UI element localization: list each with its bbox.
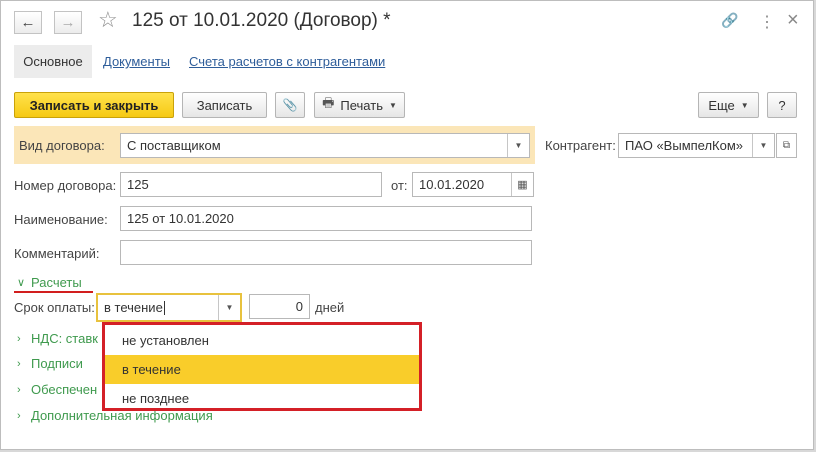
days-value: 0 — [295, 299, 303, 314]
paperclip-icon: 📎 — [282, 98, 298, 112]
dropdown-option[interactable]: не установлен — [105, 326, 419, 355]
close-icon[interactable]: × — [787, 9, 799, 32]
printer-icon: 🖶 — [322, 95, 335, 110]
vat-group-header[interactable]: › НДС: ставк — [17, 331, 98, 346]
payment-term-value: в течение — [104, 300, 163, 315]
contract-number-input[interactable]: 125 — [120, 172, 382, 197]
save-and-close-button[interactable]: Записать и закрыть — [14, 92, 174, 118]
attach-button[interactable]: 📎 — [275, 92, 305, 118]
dropdown-option-label: не позднее — [122, 391, 190, 406]
chevron-down-icon[interactable]: ▼ — [507, 134, 529, 157]
more-label: Еще — [708, 97, 735, 113]
security-group-label: Обеспечен — [31, 382, 98, 397]
save-button[interactable]: Записать — [182, 92, 267, 118]
chevron-down-icon: ▼ — [740, 100, 749, 110]
contract-date-value: 10.01.2020 — [419, 177, 485, 192]
text-cursor — [163, 300, 165, 315]
contract-number-value: 125 — [127, 177, 149, 192]
signatures-group-header[interactable]: › Подписи — [17, 356, 83, 371]
days-input[interactable]: 0 — [249, 294, 310, 319]
chevron-down-icon[interactable]: ▼ — [752, 134, 774, 157]
days-label: дней — [315, 300, 345, 315]
payment-term-dropdown: не установлен в течение не позднее — [102, 322, 422, 411]
name-label: Наименование: — [14, 212, 108, 227]
security-group-header[interactable]: › Обеспечен — [17, 382, 97, 397]
counterparty-select[interactable]: ПАО «ВымпелКом» ▼ — [618, 133, 775, 158]
contract-type-label: Вид договора: — [19, 138, 105, 153]
calendar-icon[interactable]: ▦ — [511, 173, 533, 196]
print-label: Печать — [340, 97, 383, 113]
forward-button[interactable]: → — [54, 11, 82, 34]
print-button[interactable]: 🖶 Печать ▼ — [314, 92, 405, 118]
counterparty-value: ПАО «ВымпелКом» — [625, 138, 744, 153]
contract-type-value: С поставщиком — [127, 138, 221, 153]
tab-accounts[interactable]: Счета расчетов с контрагентами — [189, 54, 385, 69]
red-underline-annotation — [14, 291, 93, 293]
help-label: ? — [778, 97, 786, 113]
save-and-close-label: Записать и закрыть — [29, 97, 159, 113]
tab-main-label: Основное — [23, 54, 83, 69]
chevron-right-icon: › — [17, 409, 21, 422]
contract-date-label: от: — [391, 178, 408, 193]
dropdown-option-selected[interactable]: в течение — [105, 355, 419, 384]
favorite-star-icon[interactable]: ☆ — [98, 9, 118, 31]
tab-documents[interactable]: Документы — [103, 54, 170, 69]
contract-type-select[interactable]: С поставщиком ▼ — [120, 133, 530, 158]
contract-number-label: Номер договора: — [14, 178, 117, 193]
contract-window: ← → ☆ 125 от 10.01.2020 (Договор) * 🔗 ⋮ … — [0, 0, 814, 450]
name-input[interactable]: 125 от 10.01.2020 — [120, 206, 532, 231]
open-form-icon: ⧉ — [782, 140, 791, 151]
name-value: 125 от 10.01.2020 — [127, 211, 234, 226]
tab-main[interactable]: Основное — [14, 45, 92, 78]
payment-term-label: Срок оплаты: — [14, 300, 95, 315]
window-title: 125 от 10.01.2020 (Договор) * — [132, 10, 391, 31]
vat-group-label: НДС: ставк — [31, 331, 98, 346]
open-counterparty-button[interactable]: ⧉ — [776, 133, 797, 158]
dropdown-option-label: не установлен — [122, 333, 209, 348]
payment-term-select[interactable]: в течение ▼ — [96, 293, 242, 322]
dropdown-option[interactable]: не позднее — [105, 384, 419, 413]
settlements-header-label: Расчеты — [31, 275, 82, 290]
dropdown-option-label: в течение — [122, 362, 181, 377]
arrow-right-icon: → — [60, 14, 76, 31]
link-icon[interactable]: 🔗 — [721, 12, 738, 29]
more-vertical-icon[interactable]: ⋮ — [759, 12, 775, 32]
comment-input[interactable] — [120, 240, 532, 265]
chevron-down-icon[interactable]: ▼ — [218, 295, 240, 320]
chevron-down-icon: ▼ — [388, 100, 397, 110]
settlements-group-header[interactable]: ∨ Расчеты — [17, 275, 82, 290]
chevron-right-icon: › — [17, 383, 21, 396]
arrow-left-icon: ← — [20, 14, 36, 31]
save-label: Записать — [196, 97, 253, 113]
chevron-right-icon: › — [17, 332, 21, 345]
comment-label: Комментарий: — [14, 246, 100, 261]
chevron-down-icon: ∨ — [17, 277, 26, 289]
chevron-right-icon: › — [17, 357, 21, 370]
contract-date-input[interactable]: 10.01.2020 ▦ — [412, 172, 534, 197]
help-button[interactable]: ? — [767, 92, 797, 118]
more-button[interactable]: Еще ▼ — [698, 92, 759, 118]
back-button[interactable]: ← — [14, 11, 42, 34]
signatures-group-label: Подписи — [31, 356, 83, 371]
counterparty-label: Контрагент: — [545, 138, 616, 153]
